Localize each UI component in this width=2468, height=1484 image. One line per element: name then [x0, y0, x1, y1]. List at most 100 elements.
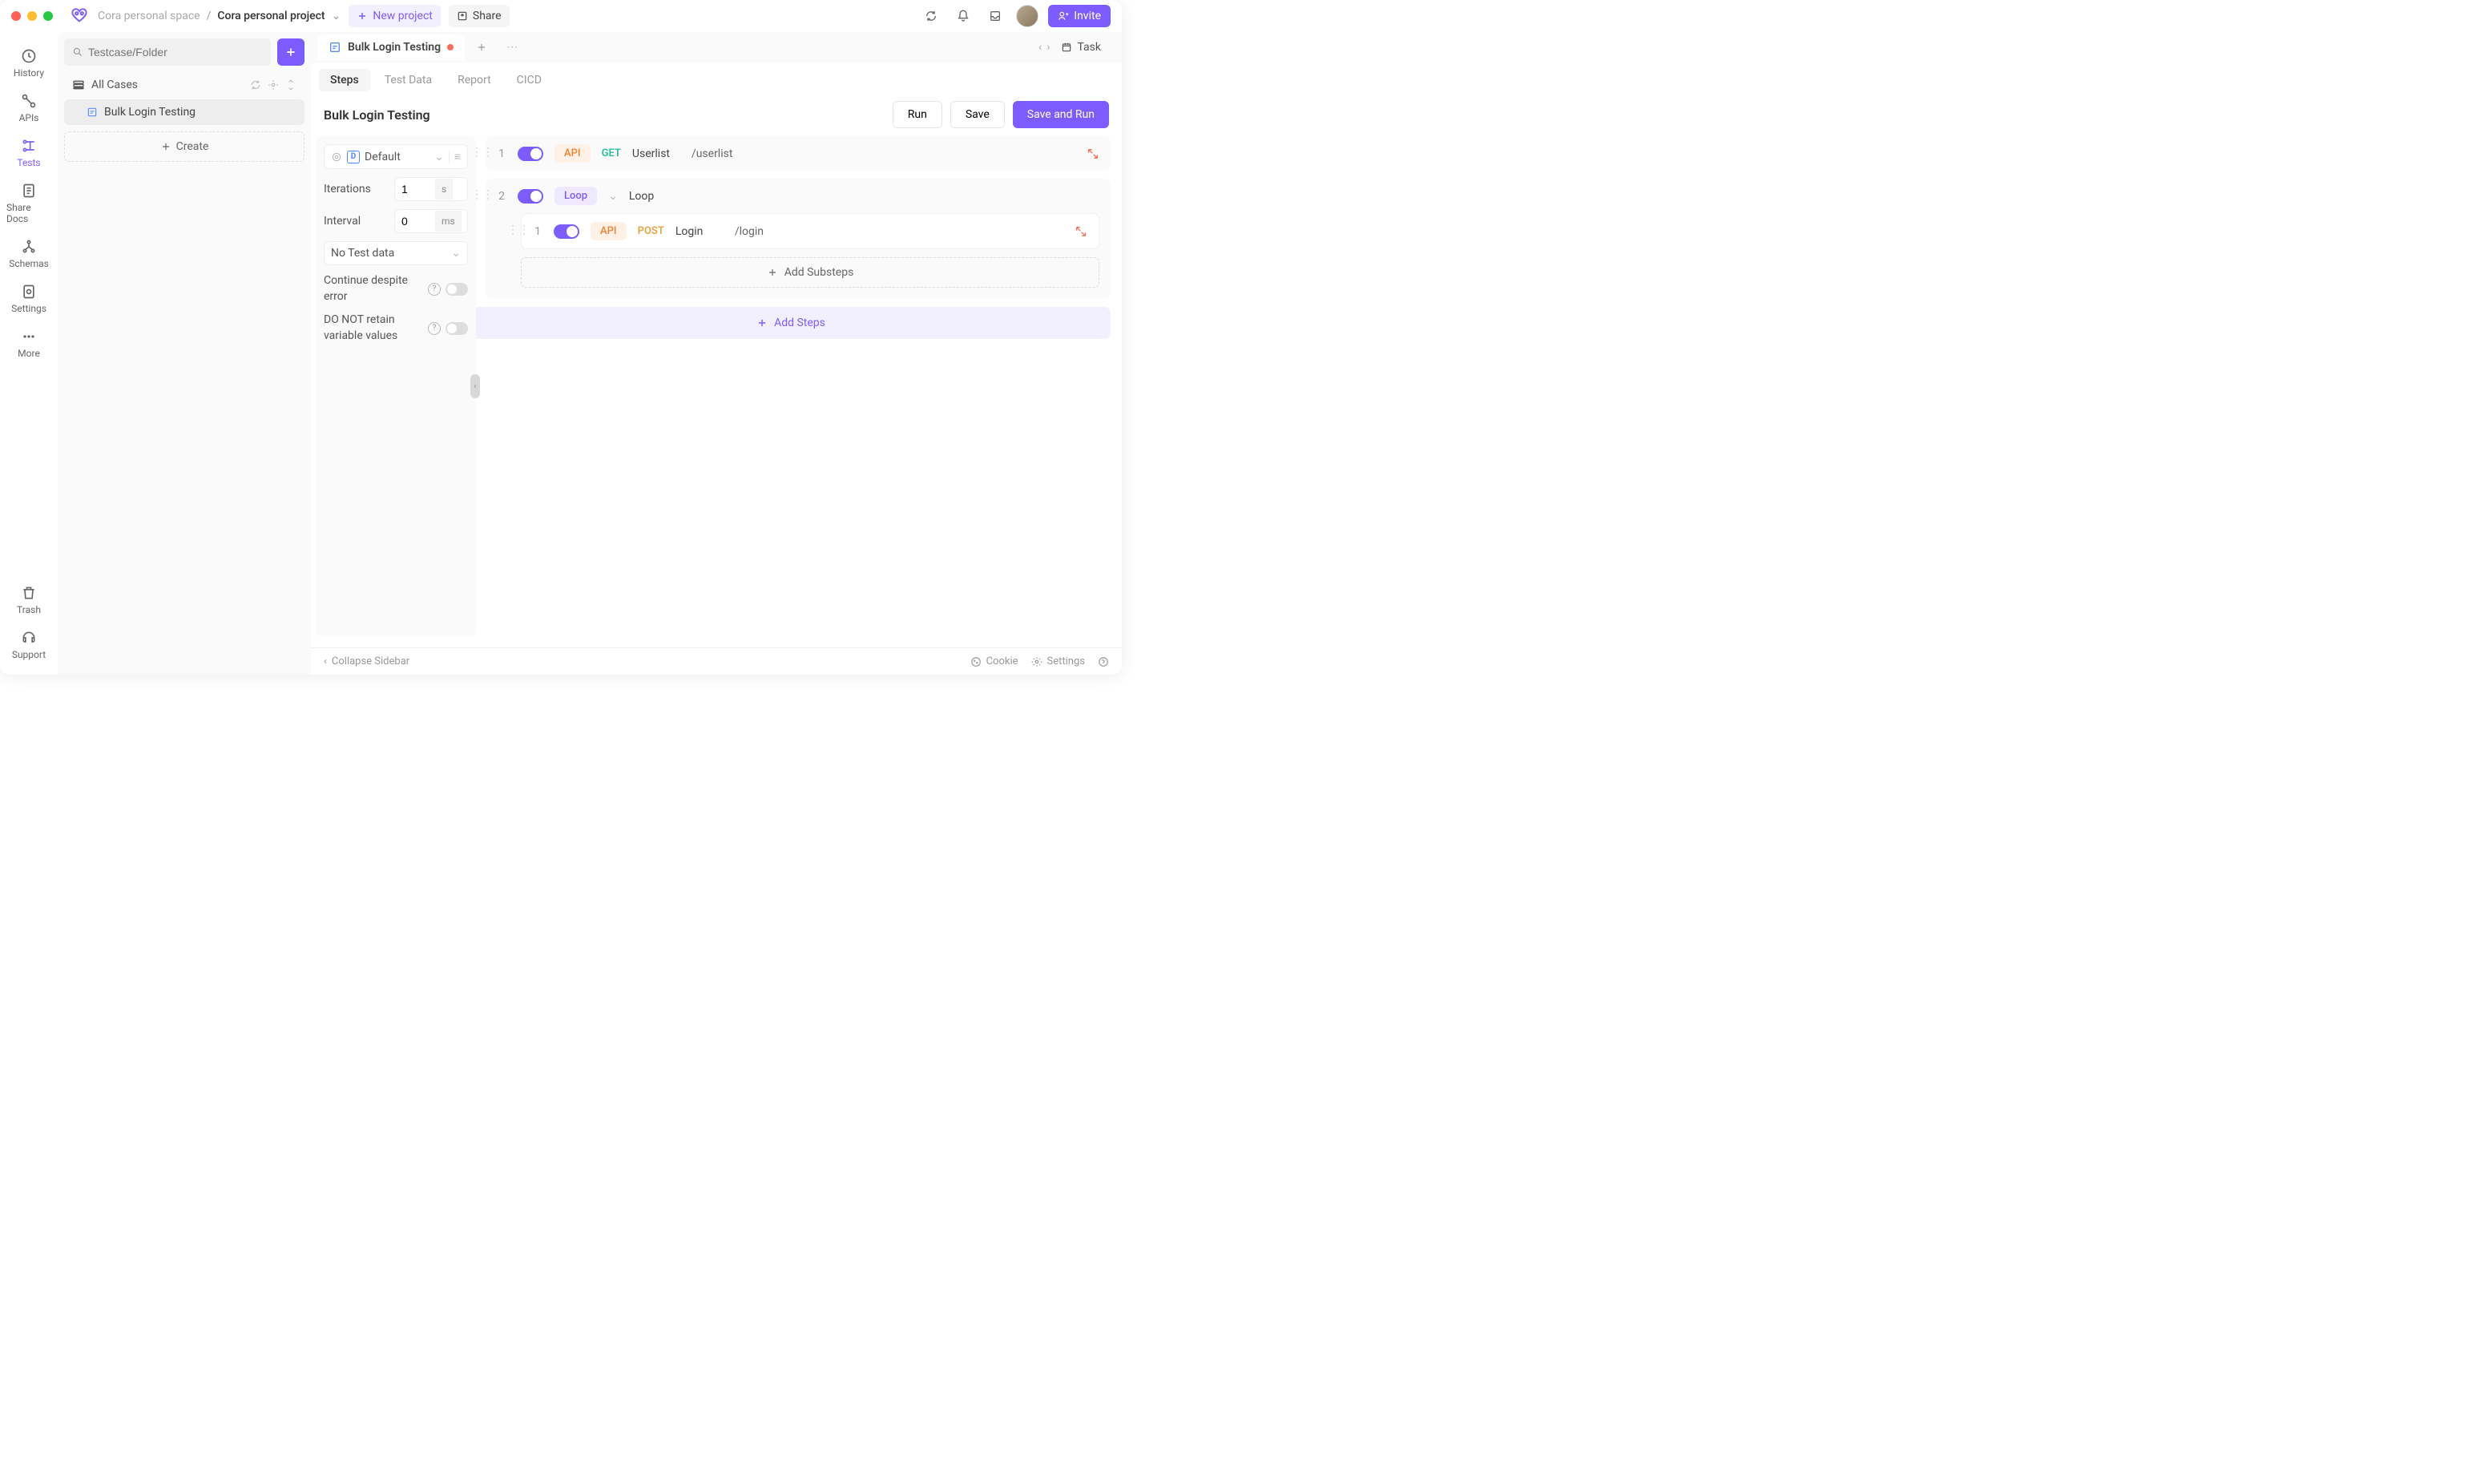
- chevron-down-icon[interactable]: ⌄: [332, 10, 341, 22]
- all-cases-label: All Cases: [91, 79, 138, 91]
- new-tab-button[interactable]: [468, 37, 495, 58]
- breadcrumb-project[interactable]: Cora personal project: [217, 10, 325, 22]
- drag-handle-icon[interactable]: ⋮⋮: [471, 188, 494, 201]
- new-project-button[interactable]: New project: [349, 5, 441, 27]
- user-avatar[interactable]: [1016, 5, 1038, 27]
- sync-icon: [925, 10, 938, 22]
- window-minimize[interactable]: [27, 11, 37, 21]
- continue-error-label: Continue despite error: [324, 273, 423, 304]
- nav-more[interactable]: More: [3, 322, 54, 365]
- task-button[interactable]: Task: [1055, 38, 1107, 57]
- apis-icon: [21, 93, 37, 109]
- inbox-button[interactable]: [984, 5, 1006, 27]
- footer-help[interactable]: [1098, 656, 1109, 667]
- expand-icon[interactable]: [1087, 147, 1099, 160]
- subtab-steps[interactable]: Steps: [319, 69, 370, 91]
- panel-collapse-handle[interactable]: ‹: [470, 374, 480, 398]
- step-enabled-toggle[interactable]: [518, 147, 543, 161]
- share-button[interactable]: Share: [449, 5, 510, 27]
- footer-settings-label: Settings: [1047, 655, 1085, 667]
- locate-icon[interactable]: [268, 79, 279, 91]
- sort-icon[interactable]: [285, 79, 296, 91]
- testcase-icon: [87, 107, 98, 118]
- nav-history[interactable]: History: [3, 42, 54, 85]
- testcase-item[interactable]: Bulk Login Testing: [64, 99, 304, 125]
- step-type-tag: API: [554, 144, 591, 163]
- workarea: Steps Test Data Report CICD Bulk Login T…: [311, 63, 1122, 675]
- search-input[interactable]: [88, 46, 263, 58]
- nav-support[interactable]: Support: [3, 623, 54, 667]
- http-method: GET: [602, 147, 621, 159]
- environment-label: Default: [365, 151, 401, 163]
- footer-cookie[interactable]: Cookie: [970, 655, 1018, 667]
- continue-error-toggle[interactable]: [446, 283, 468, 296]
- sync-button[interactable]: [920, 5, 942, 27]
- tab-title: Bulk Login Testing: [348, 41, 441, 54]
- nav-schemas[interactable]: Schemas: [3, 232, 54, 276]
- subtab-report[interactable]: Report: [446, 69, 502, 91]
- step-path: /userlist: [692, 147, 733, 160]
- save-button[interactable]: Save: [950, 101, 1005, 128]
- tab-overflow-button[interactable]: ⋯: [498, 36, 526, 58]
- menu-icon[interactable]: ≡: [454, 150, 461, 163]
- create-button[interactable]: Create: [64, 131, 304, 162]
- drag-handle-icon[interactable]: ⋮⋮: [471, 146, 494, 159]
- expand-icon[interactable]: [1075, 225, 1087, 238]
- iterations-label: Iterations: [324, 183, 388, 196]
- nav-share-docs[interactable]: Share Docs: [3, 176, 54, 231]
- refresh-icon[interactable]: [250, 79, 261, 91]
- step-1[interactable]: ⋮⋮ 1 API GET Userlist /userlist: [486, 136, 1111, 171]
- window-zoom[interactable]: [43, 11, 53, 21]
- iterations-input[interactable]: [395, 178, 435, 200]
- document-tab[interactable]: Bulk Login Testing: [317, 34, 465, 60]
- page-header: Bulk Login Testing Run Save Save and Run: [311, 98, 1122, 136]
- collapse-sidebar-button[interactable]: ‹ Collapse Sidebar: [324, 655, 409, 667]
- drag-handle-icon[interactable]: ⋮⋮: [507, 224, 530, 236]
- iterations-unit: s: [435, 179, 453, 200]
- add-button[interactable]: [277, 38, 304, 66]
- nav-trash[interactable]: Trash: [3, 579, 54, 622]
- steps-list: ⋮⋮ 1 API GET Userlist /userlist: [486, 136, 1111, 636]
- interval-input[interactable]: [395, 210, 435, 232]
- invite-button[interactable]: Invite: [1048, 5, 1111, 27]
- subtab-testdata[interactable]: Test Data: [373, 69, 443, 91]
- history-icon: [21, 48, 37, 64]
- subtab-cicd[interactable]: CICD: [506, 69, 553, 91]
- retain-toggle[interactable]: [446, 322, 468, 335]
- search-icon: [72, 46, 83, 58]
- breadcrumb-space[interactable]: Cora personal space: [98, 10, 200, 22]
- target-icon: [331, 151, 342, 163]
- environment-select[interactable]: D Default ⌄ ≡: [324, 144, 468, 169]
- save-and-run-button[interactable]: Save and Run: [1013, 101, 1109, 128]
- tab-bar: Bulk Login Testing ⋯ ‹ › Task: [311, 32, 1122, 63]
- app-logo-icon: [69, 6, 90, 26]
- testdata-select[interactable]: No Test data ⌄: [324, 241, 468, 265]
- tab-next[interactable]: ›: [1046, 41, 1050, 54]
- tab-prev[interactable]: ‹: [1038, 41, 1042, 54]
- help-icon[interactable]: ?: [428, 322, 441, 335]
- add-substeps-button[interactable]: Add Substeps: [521, 257, 1099, 288]
- share-label: Share: [473, 10, 502, 22]
- all-cases-folder[interactable]: All Cases: [64, 72, 304, 98]
- create-label: Create: [176, 140, 209, 153]
- nav-apis-label: APIs: [19, 112, 39, 123]
- search-input-wrap[interactable]: [64, 38, 271, 66]
- nav-apis[interactable]: APIs: [3, 87, 54, 130]
- config-panel: D Default ⌄ ≡ Iterations s: [316, 136, 476, 636]
- help-icon[interactable]: ?: [428, 283, 441, 296]
- footer-settings[interactable]: Settings: [1031, 655, 1085, 667]
- window-close[interactable]: [11, 11, 21, 21]
- add-steps-button[interactable]: Add Steps: [471, 307, 1111, 339]
- topbar: Cora personal space / Cora personal proj…: [0, 0, 1122, 32]
- http-method: POST: [638, 225, 664, 237]
- nav-tests[interactable]: Tests: [3, 131, 54, 175]
- step-2-1[interactable]: ⋮⋮ 1 API POST Login /login: [521, 213, 1099, 249]
- step-enabled-toggle[interactable]: [518, 189, 543, 204]
- run-button[interactable]: Run: [893, 101, 942, 128]
- nav-settings[interactable]: Settings: [3, 277, 54, 321]
- chevron-down-icon[interactable]: ⌄: [608, 190, 618, 203]
- notifications-button[interactable]: [952, 5, 974, 27]
- more-icon: [21, 329, 37, 345]
- step-enabled-toggle[interactable]: [554, 224, 579, 239]
- step-2[interactable]: ⋮⋮ 2 Loop ⌄ Loop ⋮⋮: [486, 179, 1111, 299]
